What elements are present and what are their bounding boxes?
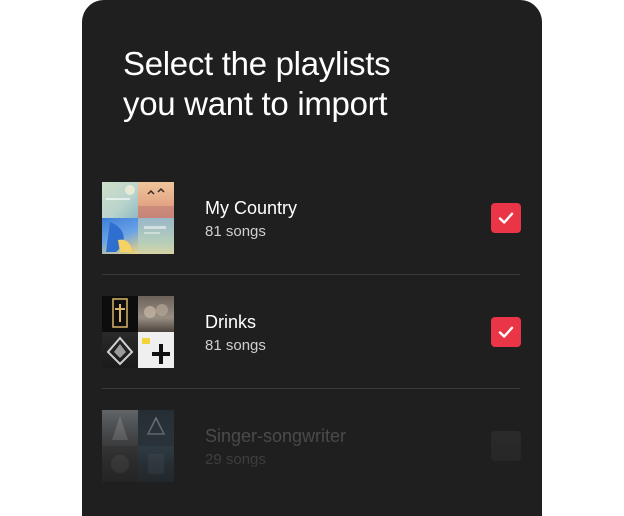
cover-tile: [102, 446, 138, 482]
cover-tile: [102, 410, 138, 446]
playlist-name: My Country: [205, 198, 298, 218]
playlist-song-count: 81 songs: [205, 223, 266, 240]
playlist-cover-art: [102, 296, 174, 368]
cover-tile: [102, 332, 138, 368]
playlist-song-count: 81 songs: [205, 337, 266, 354]
page-title: Select the playlists you want to import: [123, 44, 523, 124]
playlist-name: Singer-songwriter: [205, 426, 347, 446]
playlist-name: Drinks: [205, 312, 257, 332]
title-line-2: you want to import: [123, 85, 388, 122]
checkmark-icon: [498, 326, 514, 338]
playlist-song-count: 29 songs: [205, 451, 266, 468]
playlist-checkbox[interactable]: [491, 317, 521, 347]
cover-tile: [138, 410, 174, 446]
cover-tile: [102, 218, 138, 254]
cover-tile: [138, 182, 174, 218]
cover-tile: [102, 296, 138, 332]
playlist-cover-art: [102, 182, 174, 254]
cover-tile: [138, 332, 174, 368]
cover-tile: [138, 218, 174, 254]
title-line-1: Select the playlists: [123, 45, 391, 82]
cover-tile: [138, 446, 174, 482]
playlist-row-drinks[interactable]: Drinks 81 songs: [102, 275, 521, 389]
cover-tile: [102, 182, 138, 218]
playlist-checkbox[interactable]: [491, 203, 521, 233]
checkmark-icon: [498, 212, 514, 224]
playlist-row-my-country[interactable]: My Country 81 songs: [102, 161, 521, 275]
import-playlists-panel: Select the playlists you want to import …: [82, 0, 542, 516]
playlist-checkbox[interactable]: [491, 431, 521, 461]
cover-tile: [138, 296, 174, 332]
playlist-cover-art: [102, 410, 174, 482]
playlist-row-singer-songwriter[interactable]: Singer-songwriter 29 songs: [102, 389, 521, 503]
